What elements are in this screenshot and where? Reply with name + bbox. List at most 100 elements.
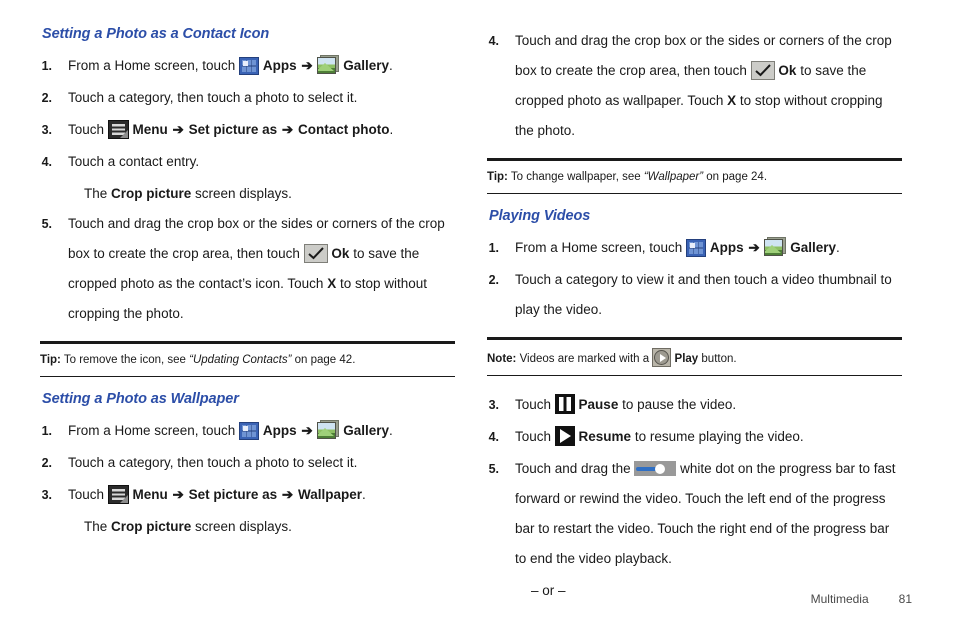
step-row: 4. Touch Resume to resume playing the vid…: [487, 422, 902, 452]
gallery-photo-icon: [317, 420, 340, 440]
step-row: 1. From a Home screen, touch Apps ➔ Galle…: [40, 51, 455, 81]
step-row: 2. Touch a category to view it and then t…: [487, 265, 902, 325]
footer-chapter: Multimedia: [810, 592, 869, 606]
footer-page-number: 81: [898, 592, 912, 606]
steps-list-playing-videos-after-note: 3. Touch Pause to pause the video. 4. Touch…: [487, 390, 902, 606]
callout-emphasis-term: Play: [674, 353, 699, 365]
checkmark-ok-icon: [303, 244, 328, 263]
step-row: 5. Touch and drag the white dot on the pr…: [487, 454, 902, 574]
step-item: 4. Touch Resume to resume playing the vid…: [487, 422, 902, 452]
step-item: 3. Touch Pause to pause the video.: [487, 390, 902, 420]
emphasis-term: Apps: [262, 58, 297, 73]
callout-label: Tip:: [40, 354, 61, 366]
step-item: 5. Touch and drag the crop box or the sid…: [40, 209, 455, 329]
checkmark-ok-icon: [750, 61, 775, 80]
arrow-separator-icon: ➔: [168, 122, 188, 137]
emphasis-term: Resume: [578, 429, 632, 444]
emphasis-term: Menu: [132, 487, 168, 502]
step-row: 3. Touch Menu ➔ Set picture as ➔ Wallpape…: [40, 480, 455, 510]
step-number: 2.: [41, 91, 52, 105]
section-heading-playing-videos: Playing Videos: [489, 208, 591, 224]
apps-grid-icon: [239, 422, 260, 440]
step-row: 5. Touch and drag the crop box or the sid…: [40, 209, 455, 329]
step-number: 3.: [488, 398, 499, 412]
right-column: 4. Touch and drag the crop box or the sid…: [487, 26, 902, 606]
emphasis-term: Crop picture: [111, 519, 192, 534]
step-number: 3.: [41, 488, 52, 502]
tip-callout-remove-icon: Tip: To remove the icon, see “Updating C…: [40, 341, 455, 377]
manual-page: Setting a Photo as a Contact Icon 1. From…: [0, 0, 954, 636]
step-item: 2. Touch a category to view it and then t…: [487, 265, 902, 325]
step-number: 2.: [488, 273, 499, 287]
step-text: Touch a category, then touch a photo to …: [68, 90, 358, 105]
emphasis-term: Pause: [578, 397, 619, 412]
arrow-separator-icon: ➔: [297, 423, 317, 438]
steps-list-contact-icon: 1. From a Home screen, touch Apps ➔ Galle…: [40, 51, 455, 329]
callout-label: Tip:: [487, 171, 508, 183]
step-sub-text: The Crop picture screen displays.: [84, 519, 292, 534]
apps-grid-icon: [239, 57, 260, 75]
cross-reference[interactable]: “Updating Contacts”: [189, 354, 291, 366]
step-text: Touch Menu ➔ Set picture as ➔ Wallpaper.: [68, 485, 366, 504]
emphasis-term: Gallery: [790, 240, 836, 255]
step-text: From a Home screen, touch Apps ➔ Gallery…: [68, 51, 455, 81]
step-item: 2. Touch a category, then touch a photo t…: [40, 448, 455, 478]
step-item: 3. Touch Menu ➔ Set picture as ➔ Wallpape…: [40, 480, 455, 542]
step-text: Touch a category, then touch a photo to …: [68, 455, 358, 470]
cross-reference[interactable]: “Wallpaper”: [644, 171, 703, 183]
step-row: 1. From a Home screen, touch Apps ➔ Galle…: [487, 233, 902, 263]
arrow-separator-icon: ➔: [168, 487, 188, 502]
step-number: 1.: [488, 241, 499, 255]
step-number: 5.: [488, 462, 499, 476]
step-text: Touch Pause to pause the video.: [515, 390, 902, 420]
step-number: 1.: [41, 59, 52, 73]
resume-play-icon: [554, 426, 575, 446]
emphasis-term: Apps: [262, 423, 297, 438]
steps-list-playing-videos-before-note: 1. From a Home screen, touch Apps ➔ Galle…: [487, 233, 902, 325]
section-heading-wallpaper: Setting a Photo as Wallpaper: [42, 391, 239, 407]
step-text: Touch a contact entry.: [68, 154, 200, 169]
callout-label: Note:: [487, 353, 517, 365]
step-sub-text: The Crop picture screen displays.: [84, 186, 292, 201]
menu-icon: [107, 485, 129, 504]
step-item: 3. Touch Menu ➔ Set picture as ➔ Contact …: [40, 115, 455, 145]
step-number: 2.: [41, 456, 52, 470]
step-text: Touch Menu ➔ Set picture as ➔ Contact ph…: [68, 120, 394, 139]
step-item: 2. Touch a category, then touch a photo t…: [40, 83, 455, 113]
arrow-separator-icon: ➔: [278, 487, 297, 502]
step-item: 5. Touch and drag the white dot on the pr…: [487, 454, 902, 606]
emphasis-term: X: [327, 276, 337, 291]
step-number: 4.: [488, 34, 499, 48]
step-text: From a Home screen, touch Apps ➔ Gallery…: [68, 416, 455, 446]
note-callout-play-button: Note: Videos are marked with a Play butt…: [487, 337, 902, 376]
step-row: 4. Touch a contact entry.: [40, 147, 455, 177]
step-row: 3. Touch Menu ➔ Set picture as ➔ Contact …: [40, 115, 455, 145]
tip-callout-change-wallpaper: Tip: To change wallpaper, see “Wallpaper…: [487, 158, 902, 194]
step-number: 3.: [41, 123, 52, 137]
step-number: 4.: [488, 430, 499, 444]
step-item: 1. From a Home screen, touch Apps ➔ Galle…: [40, 51, 455, 81]
step-row: 2. Touch a category, then touch a photo t…: [40, 83, 455, 113]
step-row: 2. Touch a category, then touch a photo t…: [40, 448, 455, 478]
gallery-photo-icon: [317, 55, 340, 75]
step-text: Touch and drag the white dot on the prog…: [515, 461, 896, 566]
step-number: 5.: [41, 217, 52, 231]
step-text: From a Home screen, touch Apps ➔ Gallery…: [515, 233, 902, 263]
step-text: Touch Resume to resume playing the video…: [515, 422, 902, 452]
page-footer: Multimedia 81: [811, 592, 912, 606]
emphasis-term: Crop picture: [111, 186, 192, 201]
step-row: 3. Touch Pause to pause the video.: [487, 390, 902, 420]
progress-bar-slider-icon: [634, 461, 677, 476]
emphasis-term: Set picture as: [188, 487, 278, 502]
step-number: 4.: [41, 155, 52, 169]
step-text: Touch and drag the crop box or the sides…: [68, 216, 445, 321]
menu-icon: [107, 120, 129, 139]
step-row: 1. From a Home screen, touch Apps ➔ Galle…: [40, 416, 455, 446]
section-heading-contact-icon: Setting a Photo as a Contact Icon: [42, 26, 270, 42]
steps-list-wallpaper: 1. From a Home screen, touch Apps ➔ Galle…: [40, 416, 455, 542]
step-text: Touch and drag the crop box or the sides…: [515, 33, 892, 138]
emphasis-term: Apps: [709, 240, 744, 255]
emphasis-term: Wallpaper: [298, 487, 363, 502]
step-item: 1. From a Home screen, touch Apps ➔ Galle…: [40, 416, 455, 446]
step-text: Touch a category to view it and then tou…: [515, 272, 892, 317]
